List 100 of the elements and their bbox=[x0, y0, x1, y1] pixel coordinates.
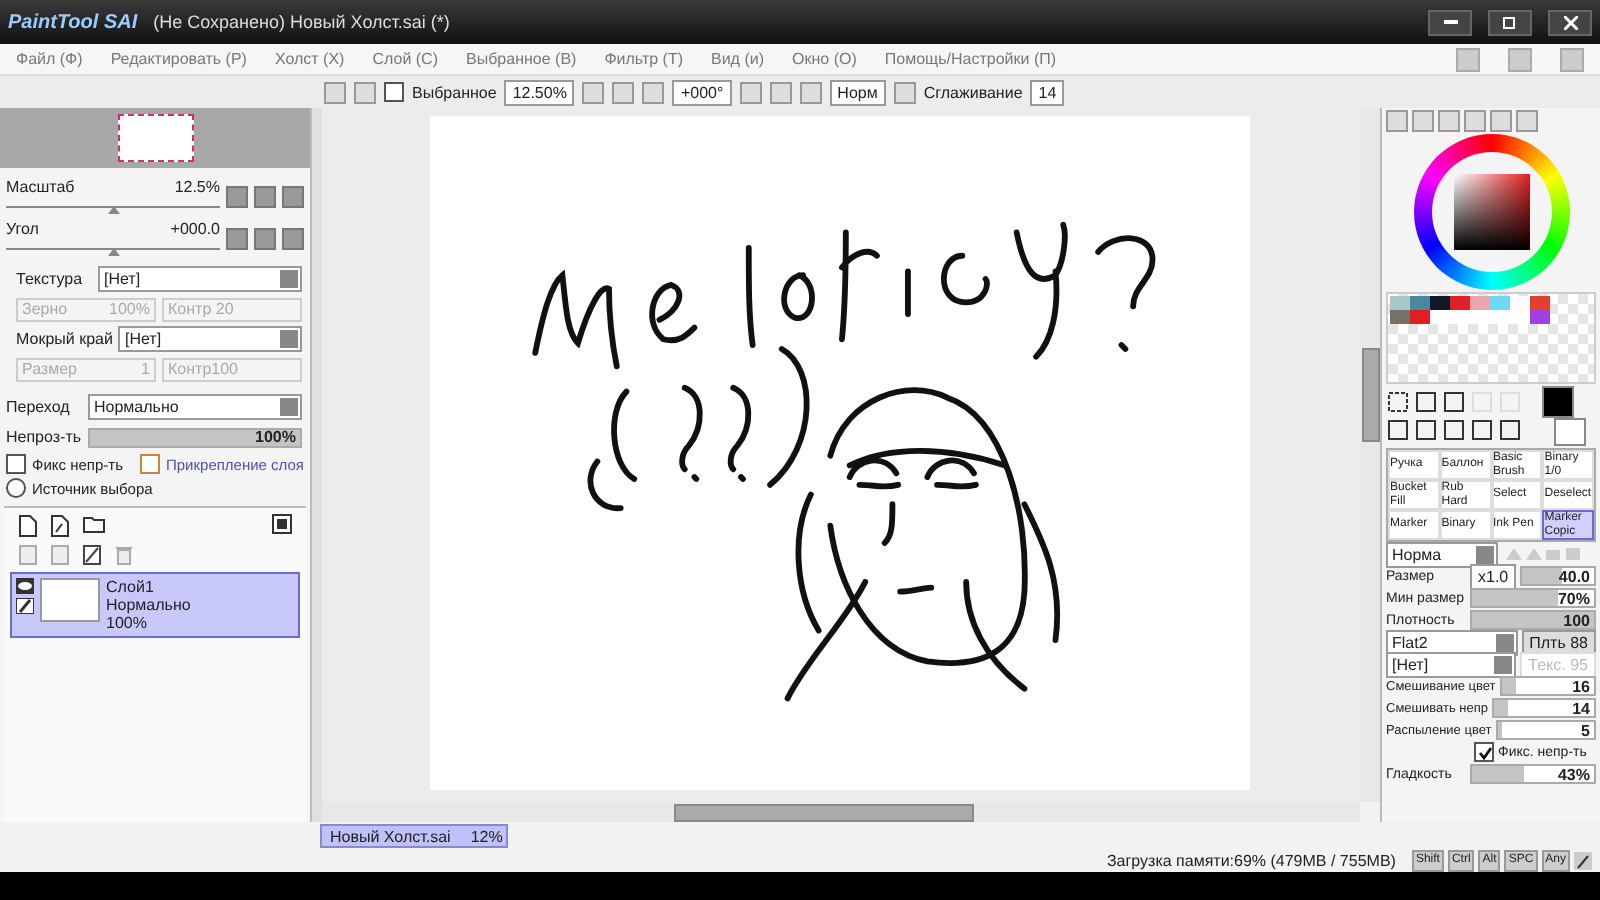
blend-label: Переход bbox=[6, 398, 72, 416]
rotate-left-button[interactable] bbox=[226, 228, 248, 250]
selection-rect-icon[interactable] bbox=[1386, 390, 1410, 414]
minimize-icon bbox=[1443, 20, 1457, 24]
toolbar-icon[interactable] bbox=[893, 81, 916, 103]
wet-edge-dropdown[interactable]: [Нет] bbox=[118, 326, 302, 352]
contrast-field: Контр100 bbox=[162, 357, 302, 381]
blend-field[interactable]: Норм bbox=[829, 79, 886, 105]
slider-value: 100% bbox=[255, 428, 296, 446]
toolbar-icon[interactable] bbox=[354, 81, 376, 103]
opacity-label: Непроз-ть bbox=[6, 428, 82, 446]
saturation-value-square[interactable] bbox=[1453, 174, 1529, 250]
menu-item[interactable]: Окно (О) bbox=[792, 50, 857, 68]
grain-field: Зерно 100% bbox=[16, 297, 156, 321]
layer-opacity: 100% bbox=[106, 614, 149, 632]
color-swatch[interactable] bbox=[1430, 310, 1450, 324]
zoom-in-button[interactable] bbox=[254, 186, 276, 208]
checkbox[interactable] bbox=[384, 82, 404, 102]
clear-layer-icon[interactable] bbox=[82, 544, 102, 566]
toolbar-icon[interactable] bbox=[799, 81, 822, 103]
reset-button[interactable] bbox=[282, 228, 304, 250]
slider[interactable]: 14 bbox=[1491, 698, 1596, 718]
slider[interactable]: 70% bbox=[1470, 588, 1596, 608]
toolbar-icon[interactable] bbox=[324, 81, 346, 103]
zoom-out-button[interactable] bbox=[226, 186, 248, 208]
color-swatch[interactable] bbox=[1390, 296, 1410, 310]
foreground-color[interactable] bbox=[1542, 386, 1574, 418]
texture-dropdown[interactable]: [Нет] bbox=[1386, 651, 1517, 677]
color-swatch[interactable] bbox=[1530, 296, 1550, 310]
color-swatch[interactable] bbox=[1430, 296, 1450, 310]
shape-dropdown[interactable]: Flat2 bbox=[1386, 629, 1518, 655]
menu-item[interactable]: Вид (и) bbox=[711, 50, 764, 68]
app-logo: PaintTool SAI bbox=[8, 11, 138, 33]
new-layer-icon[interactable] bbox=[18, 514, 38, 538]
minimize-button[interactable] bbox=[1428, 9, 1472, 35]
document-tab[interactable]: Новый Холст.sai 12% bbox=[320, 824, 508, 848]
slider[interactable]: 5 bbox=[1495, 720, 1596, 740]
menu-item[interactable]: Слой (С) bbox=[372, 50, 438, 68]
window-title: (Не Сохранено) Новый Холст.sai (*) bbox=[153, 12, 450, 32]
blend-dropdown[interactable]: Нормально bbox=[88, 394, 302, 420]
layer-mode: Нормально bbox=[106, 596, 191, 614]
background-color[interactable] bbox=[1554, 418, 1586, 446]
slider[interactable]: 100 bbox=[1470, 610, 1596, 630]
color-swatch[interactable] bbox=[1530, 310, 1550, 324]
smoothing-field[interactable]: 14 bbox=[1030, 79, 1065, 105]
toolbar-icon[interactable] bbox=[642, 81, 665, 103]
checkbox-label: Выбранное bbox=[412, 83, 497, 101]
slider[interactable]: 43% bbox=[1470, 764, 1596, 784]
mask-icon[interactable] bbox=[272, 514, 292, 534]
angle-field[interactable]: +000° bbox=[672, 79, 732, 105]
menu-item[interactable]: Выбранное (В) bbox=[466, 50, 577, 68]
new-vector-layer-icon[interactable] bbox=[50, 514, 70, 538]
slider-value: 70% bbox=[1557, 589, 1590, 607]
vertical-scrollbar[interactable] bbox=[1360, 108, 1380, 802]
checkbox[interactable] bbox=[1474, 742, 1494, 762]
menu-item[interactable]: Помощь/Настройки (П) bbox=[884, 50, 1057, 68]
color-swatch[interactable] bbox=[1490, 296, 1510, 310]
slider-value: 43% bbox=[1557, 765, 1590, 783]
menu-item[interactable]: Файл (Ф) bbox=[16, 50, 83, 68]
rotate-right-button[interactable] bbox=[254, 228, 276, 250]
slider[interactable]: 100% bbox=[88, 427, 302, 447]
slider-value: 40.0 bbox=[1558, 567, 1590, 585]
checkbox[interactable] bbox=[6, 454, 26, 474]
slider-thumb[interactable] bbox=[107, 248, 119, 256]
contrast-field: Контр 20 bbox=[162, 297, 302, 321]
slider[interactable]: 16 bbox=[1499, 676, 1596, 696]
reset-button[interactable] bbox=[282, 186, 304, 208]
menu-item[interactable]: Фильтр (Т) bbox=[604, 50, 683, 68]
pen-icon bbox=[1574, 851, 1592, 869]
horizontal-scrollbar[interactable] bbox=[322, 802, 1360, 822]
folder-icon[interactable] bbox=[82, 514, 106, 534]
color-swatch[interactable] bbox=[1410, 296, 1430, 310]
brush-shape-icon[interactable] bbox=[1502, 546, 1582, 562]
slider-thumb[interactable] bbox=[107, 206, 119, 214]
texture-dropdown[interactable]: [Нет] bbox=[98, 266, 302, 292]
slider[interactable]: 40.0 bbox=[1520, 566, 1596, 586]
angle-value: +000.0 bbox=[170, 220, 220, 238]
color-swatch[interactable] bbox=[1470, 296, 1490, 310]
mode-dropdown[interactable]: Норма bbox=[1386, 541, 1498, 567]
layer-thumbnail bbox=[40, 578, 100, 622]
trash-icon[interactable] bbox=[114, 544, 134, 566]
zoom-field[interactable]: 12.50% bbox=[504, 79, 575, 105]
color-swatch[interactable] bbox=[1510, 296, 1530, 310]
angle-label: Угол bbox=[6, 220, 39, 238]
texture-strength-field: Текс. 95 bbox=[1520, 651, 1596, 677]
layer-row[interactable]: Слой1 Нормально 100% bbox=[10, 572, 300, 638]
color-swatch[interactable] bbox=[1390, 310, 1410, 324]
eye-icon[interactable] bbox=[16, 578, 34, 594]
close-button[interactable] bbox=[1548, 9, 1592, 35]
restore-button[interactable] bbox=[1488, 9, 1532, 35]
canvas-thumbnail[interactable] bbox=[117, 114, 193, 162]
radio-button[interactable] bbox=[6, 478, 26, 498]
memory-status: Загрузка памяти:69% (479MB / 755MB) bbox=[1106, 851, 1396, 869]
color-swatch[interactable] bbox=[1450, 296, 1470, 310]
smoothing-label: Сглаживание bbox=[923, 83, 1023, 101]
menu-item[interactable]: Редактировать (Р) bbox=[110, 50, 247, 68]
size-multiplier[interactable]: x1.0 bbox=[1470, 563, 1517, 589]
color-swatch[interactable] bbox=[1410, 310, 1430, 324]
menu-item[interactable]: Холст (Х) bbox=[274, 50, 345, 68]
checkbox[interactable] bbox=[139, 454, 160, 474]
